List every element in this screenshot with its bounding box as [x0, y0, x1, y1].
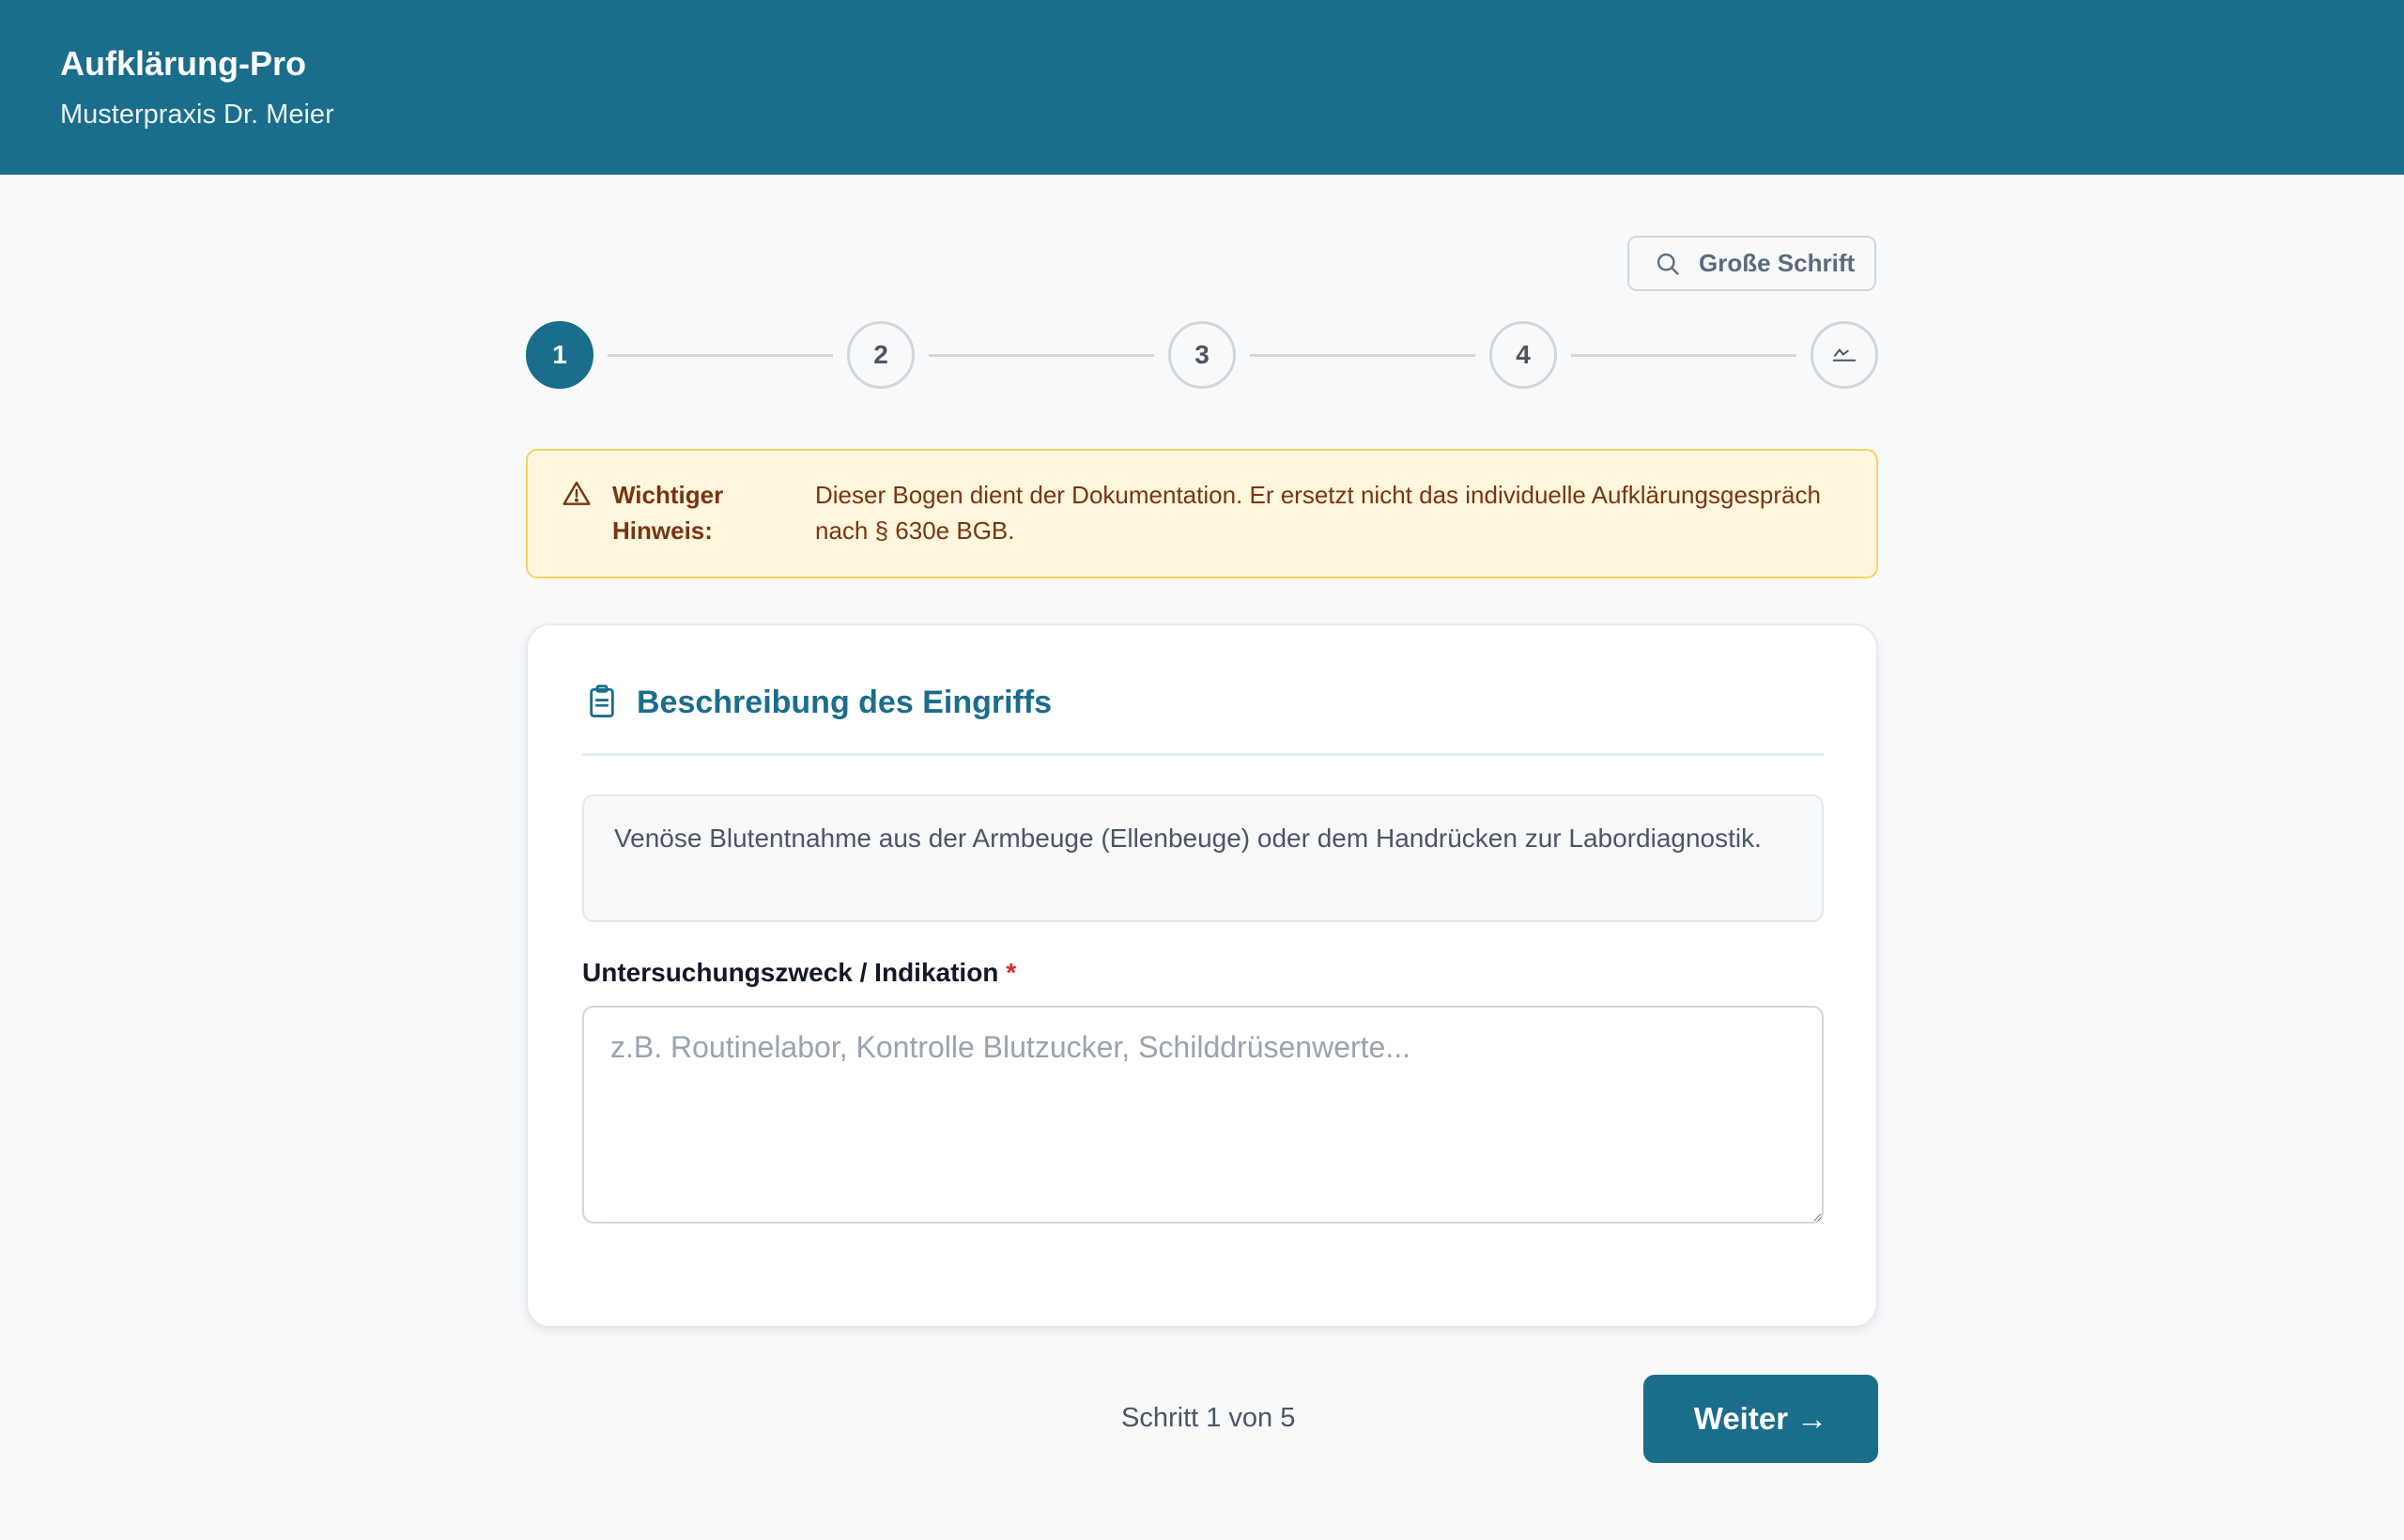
procedure-card: Beschreibung des Eingriffs Venöse Bluten…: [526, 624, 1878, 1328]
important-notice: Wichtiger Hinweis: Dieser Bogen dient de…: [526, 449, 1878, 578]
warning-icon: [562, 479, 592, 509]
signature-icon: [1830, 338, 1858, 373]
app-header: Aufklärung-Pro Musterpraxis Dr. Meier: [0, 0, 2404, 175]
step-4[interactable]: 4: [1489, 321, 1557, 389]
section-title: Beschreibung des Eingriffs: [637, 685, 1053, 720]
step-3[interactable]: 3: [1168, 321, 1236, 389]
notice-title: Wichtiger Hinweis:: [612, 481, 724, 545]
step-1[interactable]: 1: [526, 321, 593, 389]
step-2[interactable]: 2: [847, 321, 915, 389]
large-font-label: Große Schrift: [1699, 249, 1856, 277]
notice-text: Dieser Bogen dient der Dokumentation. Er…: [815, 481, 1821, 545]
step-connector: [608, 354, 833, 357]
section-divider: [582, 753, 1824, 756]
search-icon: [1654, 250, 1682, 278]
step-5-signature[interactable]: [1811, 321, 1878, 389]
step-connector: [1571, 354, 1796, 357]
step-connector: [929, 354, 1154, 357]
large-font-button[interactable]: Große Schrift: [1627, 236, 1876, 291]
step-indicator: 1 2 3 4: [526, 321, 1878, 390]
app-title: Aufklärung-Pro: [60, 44, 307, 83]
next-button[interactable]: Weiter →: [1643, 1375, 1878, 1463]
indication-input[interactable]: [582, 1006, 1824, 1224]
indication-label: Untersuchungszweck / Indikation *: [582, 954, 1016, 992]
step-connector: [1250, 354, 1475, 357]
procedure-description: Venöse Blutentnahme aus der Armbeuge (El…: [582, 794, 1824, 922]
required-marker: *: [1006, 958, 1017, 987]
clipboard-icon: [586, 684, 618, 719]
practice-name: Musterpraxis Dr. Meier: [60, 100, 334, 130]
step-progress-text: Schritt 1 von 5: [1121, 1403, 1296, 1433]
indication-label-text: Untersuchungszweck / Indikation: [582, 958, 999, 987]
